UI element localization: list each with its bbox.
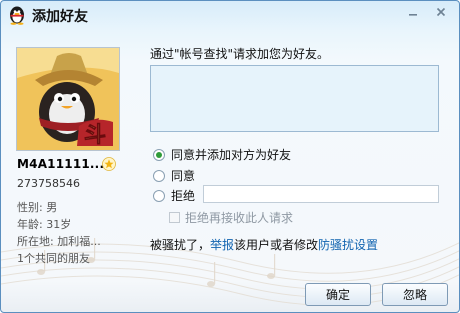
- agree-and-add-option[interactable]: 同意并添加对方为好友: [153, 146, 291, 163]
- block-requests-label: 拒绝再接收此人请求: [185, 211, 294, 225]
- ignore-button[interactable]: 忽略: [382, 283, 448, 306]
- agree-label: 同意: [171, 169, 196, 183]
- common-friends-text: 1个共同的朋友: [17, 252, 90, 265]
- reject-reason-input[interactable]: [203, 185, 439, 203]
- agree-radio[interactable]: [153, 169, 165, 182]
- window-title: 添加好友: [32, 9, 88, 25]
- harassment-line: 被骚扰了，举报该用户或者修改防骚扰设置: [150, 236, 378, 253]
- request-message-box: [150, 65, 439, 132]
- request-prompt: 通过"帐号查找"请求加您为好友。: [150, 47, 330, 61]
- title-bar: 添加好友: [1, 1, 459, 29]
- gender-text: 性别: 男: [17, 201, 58, 214]
- harass-middle: 该用户或者修改: [234, 238, 319, 252]
- avatar[interactable]: 斗: [16, 47, 120, 151]
- reject-radio[interactable]: [153, 189, 165, 202]
- location-text: 所在地: 加利福...: [17, 235, 101, 248]
- block-requests-checkbox[interactable]: [169, 212, 180, 223]
- star-badge-icon: [102, 157, 116, 171]
- reject-option[interactable]: 拒绝: [153, 187, 195, 204]
- add-friend-dialog: 添加好友 斗 M4A11111... 273758546 性别: 男 年龄: 3…: [0, 0, 460, 313]
- close-button[interactable]: [429, 3, 453, 21]
- minimize-icon: [409, 14, 417, 16]
- harass-prefix: 被骚扰了，: [150, 238, 211, 252]
- avatar-image: 斗: [17, 48, 119, 150]
- anti-harassment-settings-link[interactable]: 防骚扰设置: [318, 238, 378, 252]
- qq-number: 273758546: [17, 177, 80, 190]
- agree-and-add-radio[interactable]: [153, 148, 165, 161]
- nickname: M4A11111...: [17, 157, 105, 171]
- minimize-button[interactable]: [401, 3, 425, 21]
- svg-text:斗: 斗: [84, 122, 106, 148]
- block-requests-option[interactable]: 拒绝再接收此人请求: [169, 209, 293, 226]
- agree-option[interactable]: 同意: [153, 167, 195, 184]
- reject-label: 拒绝: [171, 189, 196, 203]
- agree-and-add-label: 同意并添加对方为好友: [171, 148, 292, 162]
- qq-penguin-icon: [10, 6, 24, 25]
- ok-button[interactable]: 确定: [305, 283, 371, 306]
- report-link[interactable]: 举报: [210, 238, 234, 252]
- close-icon: [436, 7, 446, 17]
- age-text: 年龄: 31岁: [17, 218, 72, 231]
